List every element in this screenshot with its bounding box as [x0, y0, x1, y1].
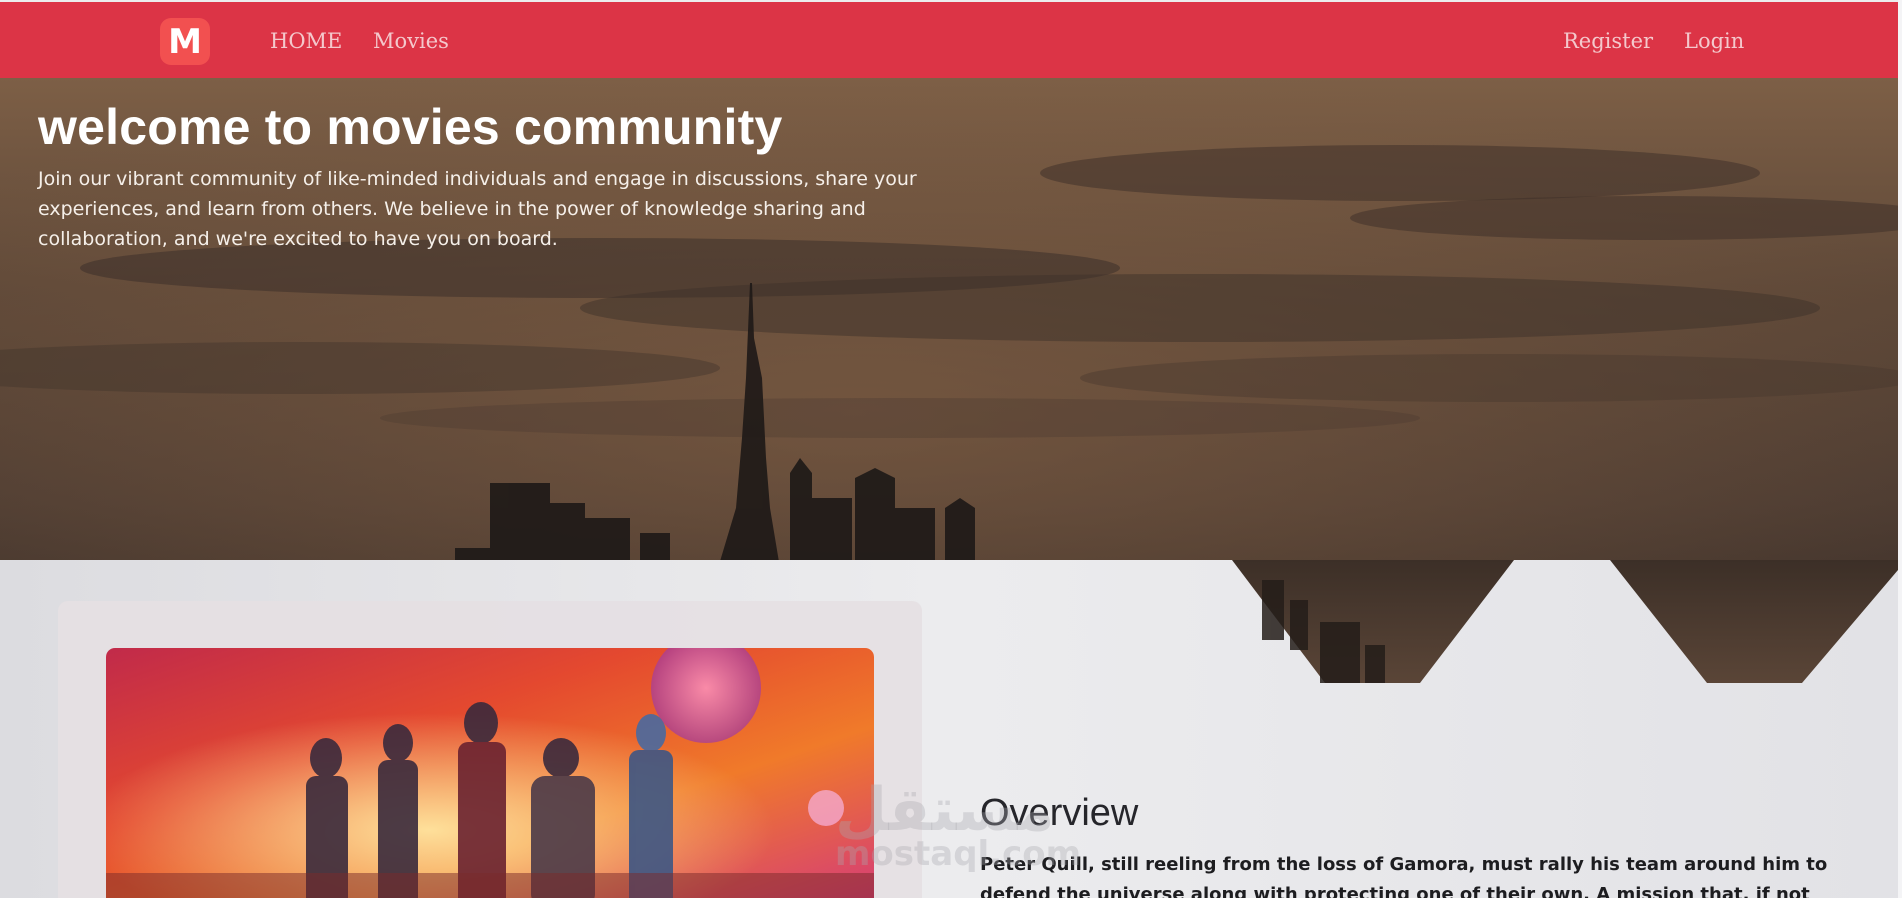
movie-poster-image[interactable]	[106, 648, 874, 898]
nav-login-link[interactable]: Login	[1684, 29, 1744, 53]
overview-text: Peter Quill, still reeling from the loss…	[980, 854, 1828, 898]
navbar: M HOME Movies Register Login	[0, 0, 1898, 78]
logo-m-icon[interactable]: M	[160, 18, 210, 65]
page: welcome to movies community Join our vib…	[0, 0, 1902, 898]
overview-title: Overview	[980, 792, 1139, 834]
nav-home-link[interactable]: HOME	[270, 29, 342, 53]
hero-title: welcome to movies community	[38, 99, 783, 155]
poster-art	[106, 648, 874, 898]
nav-register-link[interactable]: Register	[1563, 29, 1653, 53]
hero-description: Join our vibrant community of like-minde…	[38, 168, 917, 250]
logo-letter: M	[168, 21, 202, 62]
page-edge	[1898, 0, 1902, 898]
nav-movies-link[interactable]: Movies	[373, 29, 449, 53]
